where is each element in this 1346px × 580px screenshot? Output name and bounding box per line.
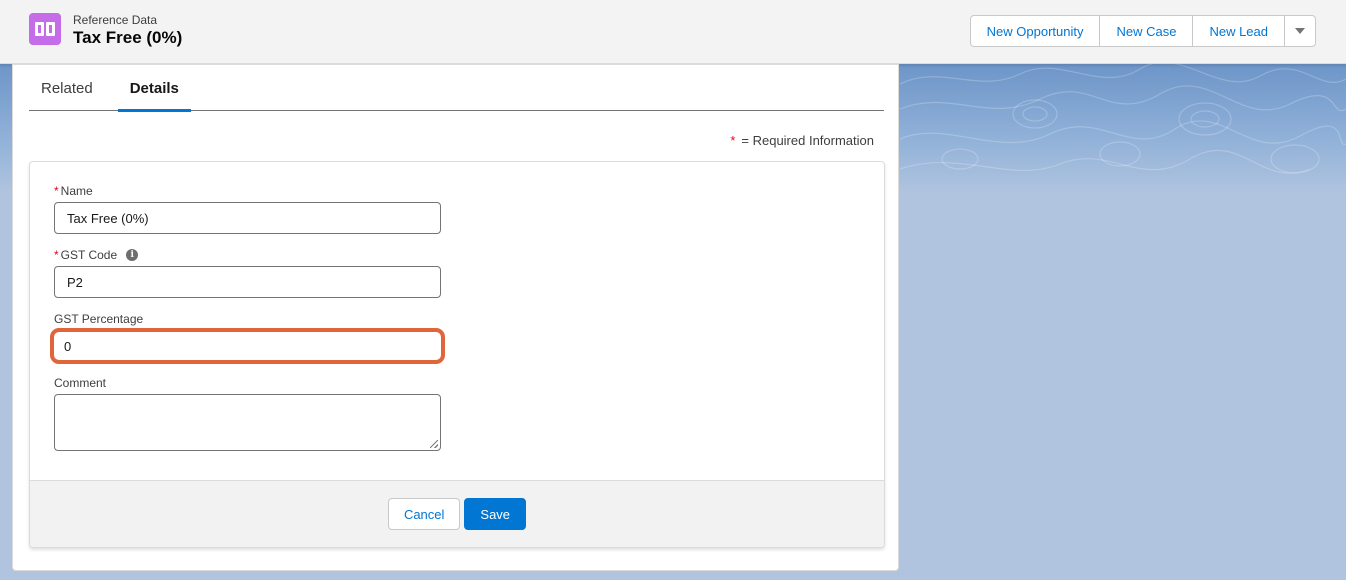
gst-code-label: * GST Code i xyxy=(54,248,441,262)
record-title: Tax Free (0%) xyxy=(73,28,183,47)
required-info-text: = Required Information xyxy=(741,133,874,148)
info-icon[interactable]: i xyxy=(126,249,139,261)
new-case-button[interactable]: New Case xyxy=(1099,15,1194,47)
record-header: Reference Data Tax Free (0%) New Opportu… xyxy=(0,0,1346,64)
name-field-group: * Name Tax Free (0%) xyxy=(54,184,441,234)
gst-percentage-field-group: GST Percentage 0 xyxy=(50,312,445,364)
new-opportunity-button[interactable]: New Opportunity xyxy=(969,15,1101,47)
required-star: * xyxy=(730,133,736,148)
book-icon xyxy=(29,13,61,45)
gst-code-input[interactable]: P2 xyxy=(54,266,441,298)
chevron-down-icon xyxy=(1295,28,1305,34)
tab-details[interactable]: Details xyxy=(117,65,192,112)
more-actions-button[interactable] xyxy=(1284,15,1316,47)
name-input[interactable]: Tax Free (0%) xyxy=(54,202,441,234)
object-type-label: Reference Data xyxy=(73,13,158,27)
required-info-note: * = Required Information xyxy=(730,133,874,148)
gst-percentage-input[interactable]: 0 xyxy=(50,328,445,364)
tab-bar: Related Details xyxy=(29,65,884,112)
required-star: * xyxy=(54,184,59,198)
gst-percentage-label: GST Percentage xyxy=(54,312,144,326)
name-label: * Name xyxy=(54,184,93,198)
comment-label: Comment xyxy=(54,376,107,390)
form-footer: Cancel Save xyxy=(30,480,884,547)
header-actions: New Opportunity New Case New Lead xyxy=(969,15,1316,47)
tab-related[interactable]: Related xyxy=(29,65,105,111)
resize-handle-icon[interactable] xyxy=(430,440,438,448)
cancel-button[interactable]: Cancel xyxy=(387,498,461,530)
save-button[interactable]: Save xyxy=(464,498,527,530)
edit-form: * Name Tax Free (0%) * GST Code i P2 GST… xyxy=(29,161,885,548)
new-lead-button[interactable]: New Lead xyxy=(1192,15,1285,47)
comment-field-group: Comment xyxy=(54,376,441,451)
comment-textarea[interactable] xyxy=(54,394,441,451)
required-star: * xyxy=(54,248,59,262)
gst-code-field-group: * GST Code i P2 xyxy=(54,248,441,298)
details-card: Related Details * = Required Information … xyxy=(12,64,899,571)
